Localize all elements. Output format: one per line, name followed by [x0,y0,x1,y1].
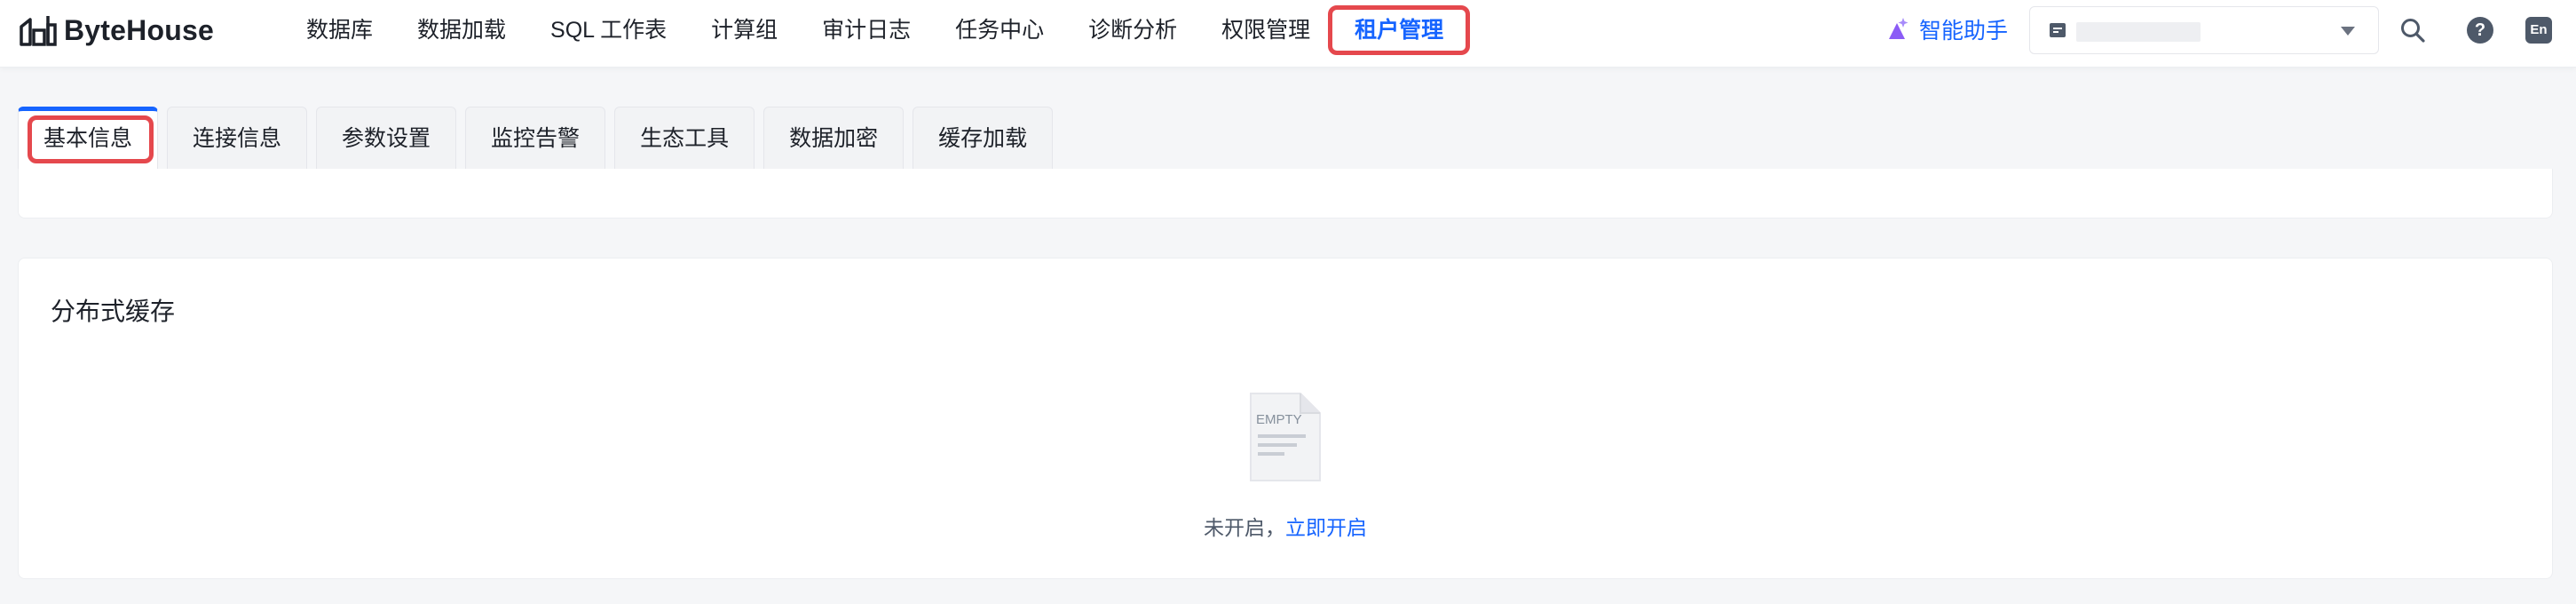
tenant-name-masked [2076,22,2201,42]
empty-document-icon: EMPTY [1250,393,1321,481]
tab-data-encryption[interactable]: 数据加密 [763,107,905,169]
search-button[interactable] [2397,14,2429,46]
top-nav-bar: ByteHouse 数据库 数据加载 SQL 工作表 计算组 审计日志 任务中心… [0,0,2576,68]
nav-item-sql-worksheet[interactable]: SQL 工作表 [528,5,689,55]
bytehouse-logo[interactable]: ByteHouse [18,11,214,50]
section-title: 分布式缓存 [51,298,176,325]
help-icon: ? [2467,17,2493,44]
tab-connection-info[interactable]: 连接信息 [167,107,308,169]
tenant-selector[interactable] [2029,6,2379,54]
enable-now-link[interactable]: 立即开启 [1285,516,1367,539]
tab-cache-loading[interactable]: 缓存加载 [913,107,1054,169]
empty-state: EMPTY 未开启，立即开启 [19,392,2552,541]
tab-ecosystem-tools[interactable]: 生态工具 [614,107,755,169]
bytehouse-logo-icon [20,16,57,46]
nav-item-tenant-management[interactable]: 租户管理 [1328,5,1471,55]
distributed-cache-card: 分布式缓存 EMPTY 未开启，立即开启 [18,258,2553,579]
nav-item-databases[interactable]: 数据库 [284,5,395,55]
app-name: ByteHouse [64,13,214,46]
empty-state-text: 未开启，立即开启 [19,511,2552,541]
chevron-down-icon [2341,27,2355,36]
main-nav: 数据库 数据加载 SQL 工作表 计算组 审计日志 任务中心 诊断分析 权限管理… [284,0,1471,60]
nav-item-audit-log[interactable]: 审计日志 [800,5,933,55]
search-icon [2401,19,2425,43]
nav-item-data-loading[interactable]: 数据加载 [395,5,528,55]
nav-item-permissions[interactable]: 权限管理 [1199,5,1332,55]
empty-state-message: 未开启， [1204,516,1285,539]
tab-parameter-settings[interactable]: 参数设置 [316,107,457,169]
language-icon: En [2525,17,2552,44]
help-button[interactable]: ? [2464,14,2496,46]
tenant-tabs: 基本信息 连接信息 参数设置 监控告警 生态工具 数据加密 缓存加载 [18,107,1054,169]
ai-assistant-label: 智能助手 [1919,19,2009,44]
nav-item-diagnostics[interactable]: 诊断分析 [1066,5,1199,55]
tenant-icon [2050,23,2066,37]
tab-monitoring-alerts[interactable]: 监控告警 [465,107,606,169]
nav-item-compute-groups[interactable]: 计算组 [689,5,800,55]
empty-illustration-label: EMPTY [1256,412,1302,427]
basic-info-card-bottom [18,169,2553,219]
sparkle-icon [1889,18,1908,39]
ai-assistant-button[interactable]: 智能助手 [1884,12,2008,47]
nav-item-task-center[interactable]: 任务中心 [933,5,1066,55]
tab-basic-info[interactable]: 基本信息 [18,107,159,169]
language-switch-button[interactable]: En [2523,14,2555,46]
